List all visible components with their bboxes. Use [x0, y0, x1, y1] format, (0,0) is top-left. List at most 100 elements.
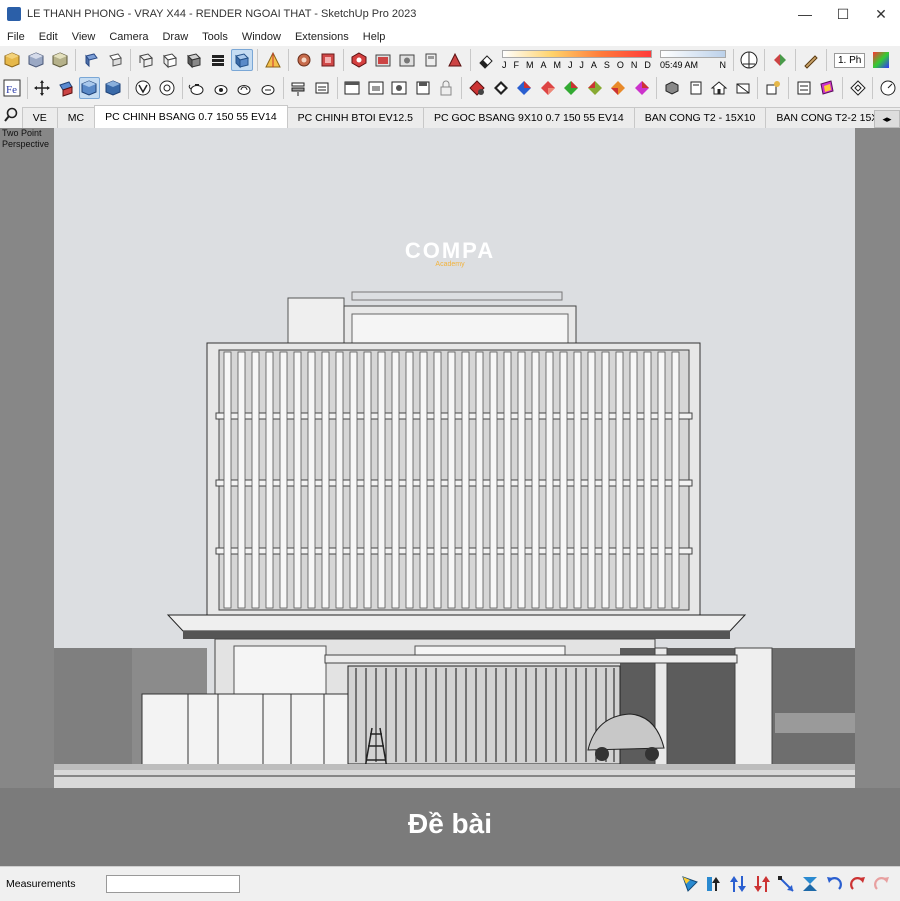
- tab-ban-cong-t2[interactable]: BAN CONG T2 - 15X10: [633, 107, 767, 128]
- move-icon[interactable]: [32, 77, 54, 99]
- vray-material-icon[interactable]: [396, 49, 418, 71]
- shadow-date-slider[interactable]: [502, 50, 652, 58]
- toolbar-row-1: JFMAMJJASOND 05:49 AM N 1. Ph: [0, 46, 900, 75]
- menu-extensions[interactable]: Extensions: [288, 31, 356, 43]
- sphere-light-icon[interactable]: [537, 77, 559, 99]
- ambient-light-icon[interactable]: [631, 77, 653, 99]
- fur-icon[interactable]: [685, 77, 707, 99]
- toolbar-separator: [130, 49, 131, 71]
- profile-icon[interactable]: [800, 49, 822, 71]
- measurements-input[interactable]: [106, 875, 240, 893]
- tab-ve[interactable]: VE: [21, 107, 58, 128]
- teapot-icon[interactable]: [187, 77, 209, 99]
- diamond-icon[interactable]: [847, 77, 869, 99]
- fe-icon[interactable]: Fe: [1, 77, 23, 99]
- move-up-icon[interactable]: [727, 873, 749, 895]
- status-bar: Measurements: [0, 866, 900, 901]
- atmosphere-icon[interactable]: [816, 77, 838, 99]
- cube-iso-icon[interactable]: [104, 49, 126, 71]
- menu-edit[interactable]: Edit: [32, 31, 65, 43]
- teapot-refresh-icon[interactable]: [234, 77, 256, 99]
- tab-pc-chinh-btoi[interactable]: PC CHINH BTOI EV12.5: [286, 107, 425, 128]
- search-icon[interactable]: [0, 102, 22, 128]
- cube-texture-icon[interactable]: [207, 49, 229, 71]
- menu-view[interactable]: View: [65, 31, 103, 43]
- ies-light-icon[interactable]: [513, 77, 535, 99]
- tab-pc-goc-bsang[interactable]: PC GOC BSANG 9X10 0.7 150 55 EV14: [423, 107, 635, 128]
- component-icon[interactable]: [25, 49, 47, 71]
- box-icon[interactable]: [1, 49, 23, 71]
- axes-icon[interactable]: [738, 49, 760, 71]
- scatter-icon[interactable]: [762, 77, 784, 99]
- close-button[interactable]: ✕: [862, 0, 900, 28]
- menu-tools[interactable]: Tools: [195, 31, 235, 43]
- plane-icon[interactable]: [732, 77, 754, 99]
- model-icon[interactable]: [317, 49, 339, 71]
- follow-icon[interactable]: [769, 49, 791, 71]
- camera-mode-label: Two Point Perspective: [2, 128, 50, 149]
- dome-light-icon[interactable]: [560, 77, 582, 99]
- vray-logo-icon[interactable]: [133, 77, 155, 99]
- vray-interactive-icon[interactable]: [372, 49, 394, 71]
- toolbar-separator: [127, 77, 129, 99]
- pan-icon[interactable]: [679, 873, 701, 895]
- maximize-button[interactable]: ☐: [824, 0, 862, 28]
- cube-wire-icon[interactable]: [135, 49, 157, 71]
- cube-solid-icon[interactable]: [159, 49, 181, 71]
- sun-light-icon[interactable]: [607, 77, 629, 99]
- vray-light-icon[interactable]: [420, 49, 442, 71]
- window-save-icon[interactable]: [412, 77, 434, 99]
- color-picker-icon[interactable]: [870, 49, 892, 71]
- tab-pc-chinh-bsang[interactable]: PC CHINH BSANG 0.7 150 55 EV14: [94, 105, 288, 128]
- section-plane-icon[interactable]: [262, 49, 284, 71]
- cube-mono-icon[interactable]: [231, 49, 253, 71]
- scene-dropdown[interactable]: 1. Ph: [834, 52, 866, 68]
- proxy-icon[interactable]: [661, 77, 683, 99]
- menu-camera[interactable]: Camera: [102, 31, 155, 43]
- teapot-batch-icon[interactable]: [257, 77, 279, 99]
- cube-front-icon[interactable]: [80, 49, 102, 71]
- tab-scroll-button[interactable]: ◂▸: [874, 110, 900, 128]
- shadow-time-panel[interactable]: 05:49 AM N: [660, 50, 726, 70]
- push-icon[interactable]: [55, 77, 77, 99]
- reset-icon[interactable]: [871, 873, 893, 895]
- mesh-light-icon[interactable]: [584, 77, 606, 99]
- window-icon[interactable]: [342, 77, 364, 99]
- eraser-icon[interactable]: [475, 49, 497, 71]
- minimize-button[interactable]: —: [786, 0, 824, 28]
- teapot-render-icon[interactable]: [210, 77, 232, 99]
- move-down-icon[interactable]: [751, 873, 773, 895]
- menu-window[interactable]: Window: [235, 31, 288, 43]
- spot-light-icon[interactable]: [490, 77, 512, 99]
- paint-icon[interactable]: [293, 49, 315, 71]
- gauge-icon[interactable]: [877, 77, 899, 99]
- redo-icon[interactable]: [847, 873, 869, 895]
- undo-icon[interactable]: [823, 873, 845, 895]
- layer-icon[interactable]: [288, 77, 310, 99]
- top-view-icon[interactable]: [102, 77, 124, 99]
- shadow-time-slider[interactable]: [660, 50, 726, 58]
- scene-icon[interactable]: [793, 77, 815, 99]
- align-up-icon[interactable]: [703, 873, 725, 895]
- menu-help[interactable]: Help: [356, 31, 393, 43]
- vray-frame-icon[interactable]: [444, 49, 466, 71]
- shadow-date-panel[interactable]: JFMAMJJASOND: [502, 50, 652, 70]
- diagonal-icon[interactable]: [775, 873, 797, 895]
- menu-file[interactable]: File: [0, 31, 32, 43]
- vray-render-icon[interactable]: [348, 49, 370, 71]
- material-icon[interactable]: [49, 49, 71, 71]
- cube-shaded-icon[interactable]: [183, 49, 205, 71]
- layer-hide-icon[interactable]: [311, 77, 333, 99]
- window-dup-icon[interactable]: [365, 77, 387, 99]
- omni-light-icon[interactable]: [466, 77, 488, 99]
- iso-view-icon[interactable]: [78, 77, 101, 99]
- menu-draw[interactable]: Draw: [155, 31, 195, 43]
- window-cam-icon[interactable]: [389, 77, 411, 99]
- lock-icon[interactable]: [436, 77, 458, 99]
- fold-icon[interactable]: [799, 873, 821, 895]
- model-viewport[interactable]: Two Point Perspective COMPA Academy Đề b…: [0, 128, 900, 866]
- vray-asset-icon[interactable]: [156, 77, 178, 99]
- tab-mc[interactable]: MC: [56, 107, 96, 128]
- toolbar-separator: [470, 49, 471, 71]
- home-icon[interactable]: [708, 77, 730, 99]
